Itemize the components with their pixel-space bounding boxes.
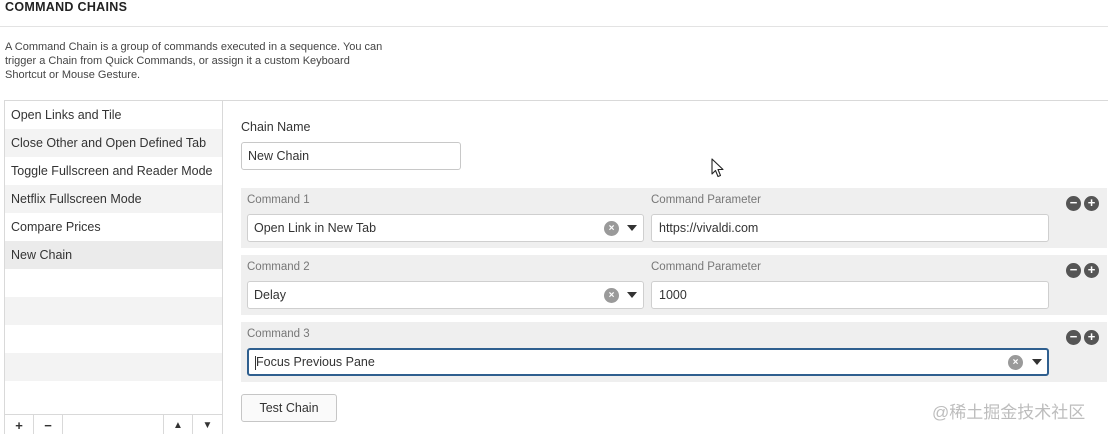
empty-list-row [5,353,222,381]
command-select-value: Focus Previous Pane [255,350,375,374]
chain-name-label: Chain Name [241,120,311,134]
move-down-button[interactable]: ▼ [193,415,222,434]
add-command-button[interactable]: + [1084,263,1099,278]
empty-list-row [5,325,222,353]
test-chain-button[interactable]: Test Chain [241,394,337,422]
chain-list-item[interactable]: Toggle Fullscreen and Reader Mode [5,157,222,185]
add-command-button[interactable]: + [1084,330,1099,345]
watermark: @稀土掘金技术社区 [932,403,1086,422]
command-select[interactable]: Delay × [247,281,644,309]
command-select-text: Focus Previous Pane [256,355,375,369]
add-command-button[interactable]: + [1084,196,1099,211]
toolbar-spacer [63,415,164,434]
description-line: trigger a Chain from Quick Commands, or … [5,55,350,67]
list-toolbar: + − ▲ ▼ [5,414,222,434]
command-select-value: Delay [254,288,286,302]
command-parameter-label: Command Parameter [651,194,761,206]
remove-chain-button[interactable]: − [34,415,63,434]
section-description: A Command Chain is a group of commands e… [5,40,405,82]
command-parameter-label: Command Parameter [651,261,761,273]
mouse-cursor-icon [711,158,724,178]
chain-name-input[interactable]: New Chain [241,142,461,170]
section-title: COMMAND CHAINS [5,0,128,14]
command-label: Command 3 [247,328,310,340]
command-label: Command 1 [247,194,310,206]
chain-list-item-selected[interactable]: New Chain [5,241,222,269]
chevron-down-icon[interactable] [1032,359,1042,365]
empty-list-row [5,381,222,409]
chevron-down-icon[interactable] [627,225,637,231]
chain-list: Open Links and Tile Close Other and Open… [4,100,223,434]
title-divider [0,26,1108,27]
editor-top-border [222,100,1108,101]
command-parameter-input[interactable]: 1000 [651,281,1049,309]
description-line: Shortcut or Mouse Gesture. [5,69,141,81]
command-row: Command 3 Focus Previous Pane × − + [241,322,1107,382]
description-line: A Command Chain is a group of commands e… [5,41,383,53]
chevron-down-icon[interactable] [627,292,637,298]
command-row: Command 2 Command Parameter Delay × 1000… [241,255,1107,315]
chain-list-item[interactable]: Compare Prices [5,213,222,241]
move-up-button[interactable]: ▲ [164,415,193,434]
command-select[interactable]: Open Link in New Tab × [247,214,644,242]
empty-list-row [5,269,222,297]
chain-list-item[interactable]: Netflix Fullscreen Mode [5,185,222,213]
command-select-value: Open Link in New Tab [254,221,377,235]
command-label: Command 2 [247,261,310,273]
command-parameter-input[interactable]: https://vivaldi.com [651,214,1049,242]
clear-icon[interactable]: × [604,221,619,236]
remove-command-button[interactable]: − [1066,330,1081,345]
remove-command-button[interactable]: − [1066,263,1081,278]
chain-list-item[interactable]: Close Other and Open Defined Tab [5,129,222,157]
remove-command-button[interactable]: − [1066,196,1081,211]
clear-icon[interactable]: × [1008,355,1023,370]
command-select-focused[interactable]: Focus Previous Pane × [247,348,1049,376]
empty-list-row [5,297,222,325]
command-row: Command 1 Command Parameter Open Link in… [241,188,1107,248]
add-chain-button[interactable]: + [5,415,34,434]
clear-icon[interactable]: × [604,288,619,303]
chain-list-item[interactable]: Open Links and Tile [5,101,222,129]
